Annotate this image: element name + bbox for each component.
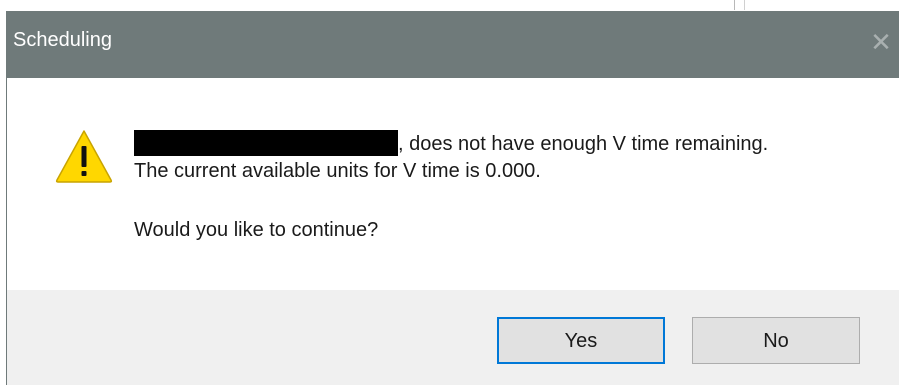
- scheduling-dialog: Scheduling ✕ , does not have enough V ti…: [6, 11, 899, 385]
- no-button[interactable]: No: [692, 317, 860, 364]
- dialog-title: Scheduling: [13, 29, 112, 51]
- dialog-content: , does not have enough V time remaining.…: [7, 78, 899, 290]
- message-line-1: , does not have enough V time remaining.: [134, 130, 768, 156]
- message-question: Would you like to continue?: [134, 219, 379, 241]
- background-divider: [744, 0, 745, 10]
- warning-icon: [55, 130, 113, 183]
- message-line-1-text: , does not have enough V time remaining.: [398, 133, 769, 155]
- yes-button[interactable]: Yes: [497, 317, 665, 364]
- redacted-name: [134, 130, 398, 156]
- close-icon: ✕: [870, 27, 892, 57]
- message-line-2: The current available units for V time i…: [134, 160, 541, 182]
- dialog-button-bar: Yes No: [7, 290, 899, 385]
- close-button[interactable]: ✕: [863, 24, 899, 60]
- dialog-titlebar[interactable]: Scheduling ✕: [7, 11, 899, 78]
- background-divider: [734, 0, 735, 10]
